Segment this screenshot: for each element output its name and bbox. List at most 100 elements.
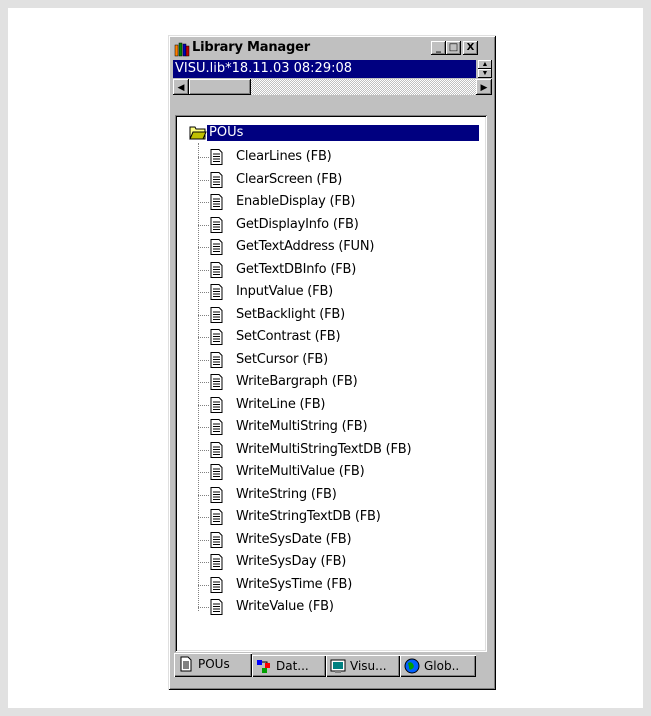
tree-connector	[198, 539, 209, 541]
tree-item[interactable]: WriteStringTextDB (FB)	[198, 506, 478, 528]
tree-item[interactable]: WriteSysDay (FB)	[198, 551, 478, 573]
library-list-scrollbar[interactable]: ▲ ▼	[478, 60, 492, 78]
maximize-button[interactable]: □	[446, 41, 461, 55]
tree-item-label: WriteSysDay (FB)	[236, 554, 347, 569]
scroll-right-icon[interactable]: ▶	[476, 79, 492, 95]
document-icon	[210, 396, 223, 413]
scroll-down-icon[interactable]: ▼	[478, 69, 492, 78]
document-icon	[210, 239, 223, 255]
tree-item-label: WriteSysTime (FB)	[236, 576, 353, 592]
tree-connector	[198, 292, 209, 293]
tree-connector	[198, 382, 209, 383]
tree-item[interactable]: WriteBargraph (FB)	[198, 371, 478, 393]
tree-item-label: ClearLines (FB)	[236, 149, 332, 164]
tab-visualization[interactable]: Visu...	[326, 655, 400, 677]
document-icon	[210, 486, 223, 503]
document-icon	[210, 284, 223, 300]
tab-label: Glob..	[424, 659, 460, 673]
document-icon	[180, 656, 192, 672]
tab-label: Dat...	[276, 659, 309, 673]
tree-item[interactable]: WriteValue (FB)	[198, 596, 478, 618]
tab-strip: POUs Dat... Visu... Glob..	[174, 653, 490, 679]
library-list-selected[interactable]: VISU.lib*18.11.03 08:29:08	[173, 60, 476, 78]
tree-connector	[198, 562, 209, 563]
tree-connector	[198, 449, 209, 451]
tree-item-label: SetBacklight (FB)	[236, 306, 345, 322]
close-button[interactable]: X	[463, 41, 478, 55]
document-icon	[210, 261, 223, 278]
tree-connector	[198, 359, 209, 361]
tree-item-label: WriteLine (FB)	[236, 396, 326, 412]
tree-item[interactable]: ClearScreen (FB)	[198, 169, 478, 191]
tree-item-label: WriteMultiString (FB)	[236, 419, 368, 434]
tree-connector	[198, 607, 209, 608]
tree-item[interactable]: WriteMultiString (FB)	[198, 416, 478, 438]
scroll-left-icon[interactable]: ◀	[173, 79, 189, 95]
document-icon	[210, 329, 223, 345]
tree-connector	[198, 404, 209, 406]
data-types-icon	[257, 660, 270, 673]
tree-item-label: WriteStringTextDB (FB)	[236, 509, 381, 524]
tree-connector	[198, 269, 209, 271]
tree-item-label: GetTextDBInfo (FB)	[236, 261, 357, 277]
document-icon	[210, 419, 223, 435]
tree-item[interactable]: WriteSysDate (FB)	[198, 529, 478, 551]
tree-item-label: SetCursor (FB)	[236, 351, 328, 367]
document-icon	[210, 351, 223, 368]
tree-root[interactable]: POUs	[187, 123, 481, 143]
tree-item-label: EnableDisplay (FB)	[236, 194, 356, 209]
tree-connector	[198, 472, 209, 473]
tree-item[interactable]: SetContrast (FB)	[198, 326, 478, 348]
tree-item[interactable]: GetTextAddress (FUN)	[198, 236, 478, 258]
tab-data-types[interactable]: Dat...	[252, 655, 326, 677]
document-icon	[210, 576, 223, 593]
tree-root-label: POUs	[207, 125, 479, 141]
folder-open-icon	[189, 126, 207, 140]
visualization-icon	[330, 659, 346, 673]
tree-connector	[198, 202, 209, 203]
tree-connector	[198, 247, 209, 248]
scroll-up-icon[interactable]: ▲	[478, 60, 492, 69]
tree-item-label: InputValue (FB)	[236, 284, 334, 299]
tree-item[interactable]: GetTextDBInfo (FB)	[198, 259, 478, 281]
scroll-thumb[interactable]	[189, 79, 251, 95]
tree-connector	[198, 584, 209, 586]
tree-connector	[198, 337, 209, 338]
tab-pous[interactable]: POUs	[174, 653, 252, 677]
tree-item-label: WriteSysDate (FB)	[236, 531, 352, 547]
globe-icon	[404, 658, 420, 674]
title-bar[interactable]: Library Manager _ □ X	[172, 39, 492, 58]
tab-global-variables[interactable]: Glob..	[400, 655, 476, 677]
window-title: Library Manager	[192, 40, 310, 55]
document-icon	[210, 306, 223, 323]
tree-item[interactable]: ClearLines (FB)	[198, 146, 478, 168]
tree-connector	[198, 224, 209, 226]
tree-item[interactable]: WriteMultiValue (FB)	[198, 461, 478, 483]
document-icon	[210, 441, 223, 458]
tree-item-label: WriteValue (FB)	[236, 599, 334, 614]
library-books-icon	[174, 42, 190, 57]
tree-item-label: GetTextAddress (FUN)	[236, 239, 375, 254]
tree-item[interactable]: InputValue (FB)	[198, 281, 478, 303]
tree-connector	[198, 157, 209, 158]
tree-item[interactable]: EnableDisplay (FB)	[198, 191, 478, 213]
tree-item[interactable]: SetBacklight (FB)	[198, 304, 478, 326]
horizontal-scrollbar[interactable]: ◀ ▶	[173, 79, 492, 95]
tree-item[interactable]: WriteString (FB)	[198, 484, 478, 506]
pane-splitter[interactable]	[172, 97, 492, 111]
tree-item-label: WriteMultiStringTextDB (FB)	[236, 441, 412, 457]
pou-tree: POUs ClearLines (FB) ClearScreen (FB) Enab…	[175, 115, 487, 652]
tree-item[interactable]: WriteLine (FB)	[198, 394, 478, 416]
document-icon	[210, 554, 223, 570]
document-icon	[210, 374, 223, 390]
document-icon	[210, 464, 223, 480]
tree-item[interactable]: SetCursor (FB)	[198, 349, 478, 371]
tree-item-label: WriteMultiValue (FB)	[236, 464, 365, 479]
document-icon	[210, 531, 223, 548]
tree-item[interactable]: WriteSysTime (FB)	[198, 574, 478, 596]
document-icon	[210, 599, 223, 615]
document-icon	[210, 194, 223, 210]
minimize-button[interactable]: _	[431, 41, 446, 55]
tree-item[interactable]: GetDisplayInfo (FB)	[198, 214, 478, 236]
tree-item[interactable]: WriteMultiStringTextDB (FB)	[198, 439, 478, 461]
